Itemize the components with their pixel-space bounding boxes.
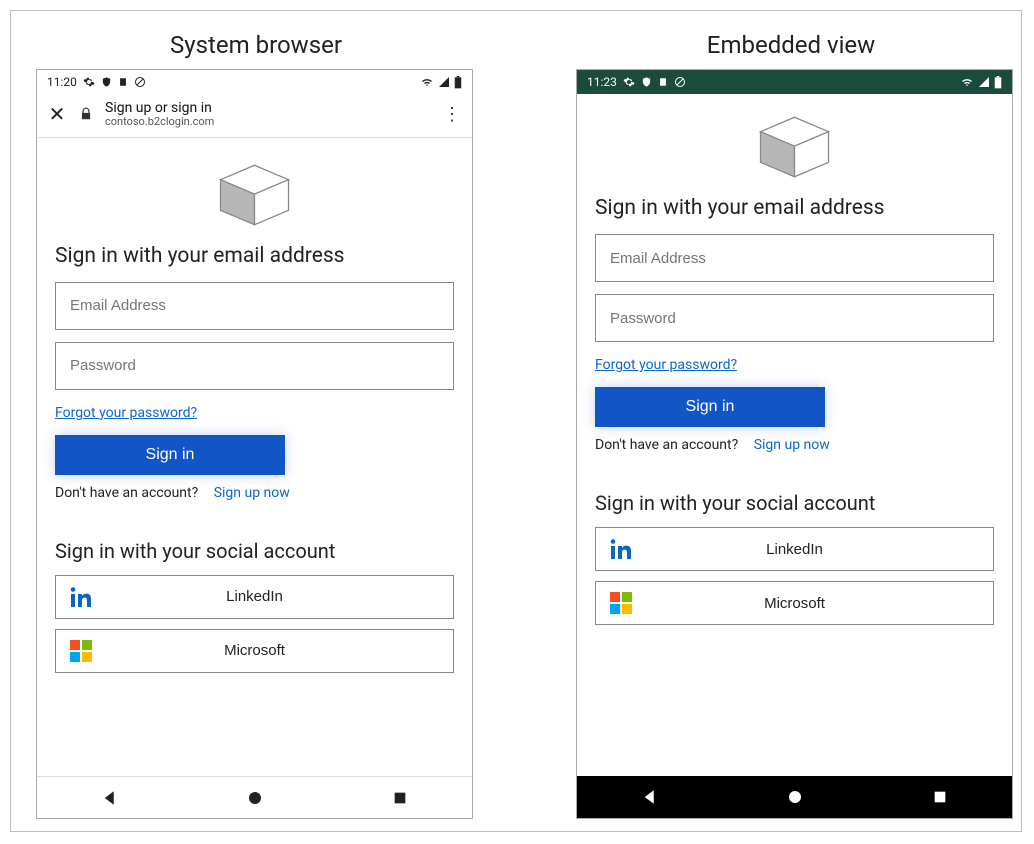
microsoft-button[interactable]: Microsoft	[595, 581, 994, 625]
battery-icon	[454, 76, 462, 89]
app-logo-cube-icon	[212, 160, 297, 230]
status-bar: 11:20	[37, 70, 472, 94]
social-heading: Sign in with your social account	[595, 491, 994, 515]
rect-icon	[118, 76, 128, 88]
forgot-password-link[interactable]: Forgot your password?	[595, 357, 737, 373]
browser-address-bar: ✕ Sign up or sign in contoso.b2clogin.co…	[37, 94, 472, 138]
linkedin-label: LinkedIn	[106, 588, 453, 605]
phone-system-browser: 11:20 ✕ Sign up or sign in contoso.b2clo…	[36, 69, 473, 819]
wifi-icon	[420, 76, 434, 88]
page-title: Sign up or sign in	[105, 100, 430, 116]
right-title: Embedded view	[556, 31, 1026, 59]
battery-icon	[994, 76, 1002, 89]
signin-heading: Sign in with your email address	[595, 196, 994, 220]
app-logo-cube-icon	[752, 112, 837, 182]
clock: 11:23	[587, 75, 617, 89]
microsoft-icon	[56, 640, 106, 662]
microsoft-button[interactable]: Microsoft	[55, 629, 454, 673]
shield-icon	[641, 76, 652, 88]
nav-back-icon[interactable]	[641, 788, 659, 806]
signal-icon	[438, 76, 450, 88]
microsoft-icon	[596, 592, 646, 614]
android-nav-bar	[37, 776, 472, 818]
shield-icon	[101, 76, 112, 88]
lock-icon	[79, 107, 93, 121]
linkedin-label: LinkedIn	[646, 541, 993, 558]
phone-embedded-view: 11:23 Sign in with your email address	[576, 69, 1013, 819]
signin-button[interactable]: Sign in	[595, 387, 825, 427]
circle-slash-icon	[674, 76, 686, 88]
clock: 11:20	[47, 75, 77, 89]
android-nav-bar	[577, 776, 1012, 818]
signin-heading: Sign in with your email address	[55, 244, 454, 268]
no-account-text: Don't have an account?	[595, 437, 738, 453]
signal-icon	[978, 76, 990, 88]
rect-icon	[658, 76, 668, 88]
wifi-icon	[960, 76, 974, 88]
no-account-text: Don't have an account?	[55, 485, 198, 501]
linkedin-button[interactable]: LinkedIn	[595, 527, 994, 571]
linkedin-icon	[56, 585, 106, 609]
circle-slash-icon	[134, 76, 146, 88]
nav-recent-icon[interactable]	[932, 789, 948, 805]
nav-recent-icon[interactable]	[392, 790, 408, 806]
close-icon[interactable]: ✕	[47, 102, 67, 126]
forgot-password-link[interactable]: Forgot your password?	[55, 405, 197, 421]
signup-link[interactable]: Sign up now	[754, 437, 830, 453]
page-domain: contoso.b2clogin.com	[105, 116, 430, 129]
signup-link[interactable]: Sign up now	[214, 485, 290, 501]
password-field[interactable]	[595, 294, 994, 342]
linkedin-icon	[596, 537, 646, 561]
nav-home-icon[interactable]	[786, 788, 804, 806]
nav-home-icon[interactable]	[246, 789, 264, 807]
linkedin-button[interactable]: LinkedIn	[55, 575, 454, 619]
microsoft-label: Microsoft	[646, 595, 993, 612]
email-field[interactable]	[55, 282, 454, 330]
social-heading: Sign in with your social account	[55, 539, 454, 563]
microsoft-label: Microsoft	[106, 642, 453, 659]
gear-icon	[83, 76, 95, 88]
status-bar: 11:23	[577, 70, 1012, 94]
signin-button[interactable]: Sign in	[55, 435, 285, 475]
email-field[interactable]	[595, 234, 994, 282]
overflow-menu-icon[interactable]: ⋮	[442, 104, 462, 125]
left-title: System browser	[11, 31, 501, 59]
nav-back-icon[interactable]	[101, 789, 119, 807]
gear-icon	[623, 76, 635, 88]
password-field[interactable]	[55, 342, 454, 390]
